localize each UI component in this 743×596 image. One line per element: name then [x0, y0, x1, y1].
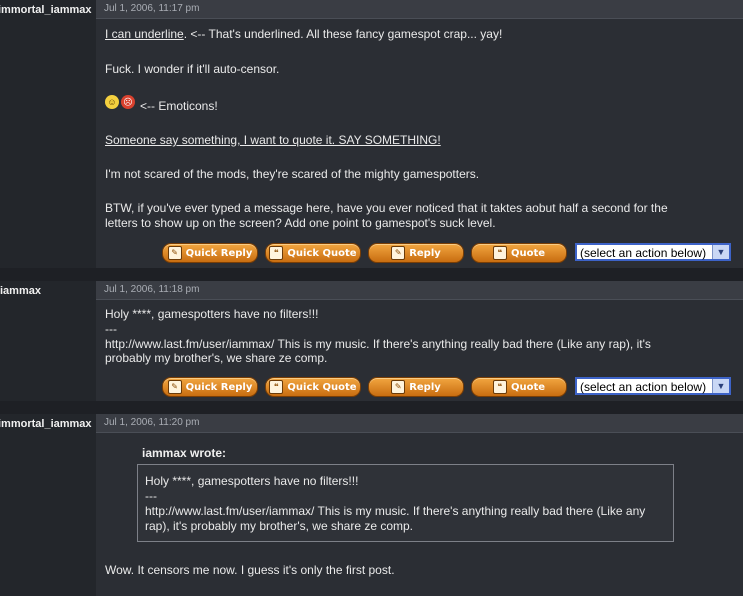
reply-icon: ✎ — [391, 246, 406, 260]
post-text-line: Holy ****, gamespotters have no filters!… — [105, 307, 319, 321]
angry-emoticon-icon: ☹ — [121, 95, 135, 109]
quote-text-line: rap), it's probably my brother's, we sha… — [145, 519, 414, 533]
post-timestamp: Jul 1, 2006, 11:17 pm — [104, 3, 200, 14]
post-author[interactable]: iammax — [0, 285, 92, 297]
reply-icon: ✎ — [167, 246, 182, 260]
quote-icon: ❝ — [269, 380, 284, 394]
quote-text-line: http://www.last.fm/user/iammax/ This is … — [145, 504, 646, 518]
post-author[interactable]: immortal_iammax — [0, 4, 92, 16]
reply-button[interactable]: ✎ Reply — [368, 377, 464, 397]
text-fragment: . <-- That's underlined. All these fancy… — [183, 27, 503, 41]
post-divider — [0, 268, 743, 281]
button-label: Quick Reply — [185, 381, 253, 393]
post-text-line: Wow. It censors me now. I guess it's onl… — [105, 563, 395, 577]
reply-icon: ✎ — [167, 380, 182, 394]
post-text-line: I'm not scared of the mods, they're scar… — [105, 167, 480, 181]
action-select[interactable]: (select an action below) ▼ — [575, 377, 731, 395]
quote-text-line: --- — [145, 489, 157, 503]
quote-author: iammax wrote: — [142, 446, 227, 460]
button-label: Quick Quote — [287, 247, 357, 259]
quick-quote-button[interactable]: ❝ Quick Quote — [265, 243, 361, 263]
quote-icon: ❝ — [492, 246, 507, 260]
underlined-text: I can underline — [105, 27, 184, 41]
select-value: (select an action below) — [580, 246, 707, 260]
chevron-down-icon[interactable]: ▼ — [712, 245, 729, 259]
button-label: Quote — [510, 381, 546, 393]
button-label: Quote — [510, 247, 546, 259]
reply-button[interactable]: ✎ Reply — [368, 243, 464, 263]
post-text-line: BTW, if you've ever typed a message here… — [105, 201, 668, 215]
quick-reply-button[interactable]: ✎ Quick Reply — [162, 243, 258, 263]
action-select[interactable]: (select an action below) ▼ — [575, 243, 731, 261]
post-header: Jul 1, 2006, 11:20 pm — [96, 414, 743, 433]
post-text-line: http://www.last.fm/user/iammax/ This is … — [105, 337, 651, 351]
post-text-line: --- — [105, 322, 117, 336]
author-column: iammax — [0, 281, 96, 401]
post-timestamp: Jul 1, 2006, 11:20 pm — [104, 417, 200, 428]
post-author[interactable]: immortal_iammax — [0, 418, 92, 430]
post-text-line: probably my brother's, we share ze comp. — [105, 351, 328, 365]
post-text-line: letters to show up on the screen? Add on… — [105, 216, 496, 230]
quote-icon: ❝ — [492, 380, 507, 394]
quote-button[interactable]: ❝ Quote — [471, 243, 567, 263]
quote-text-line: Holy ****, gamespotters have no filters!… — [145, 474, 359, 488]
button-label: Reply — [409, 247, 441, 259]
button-label: Quick Quote — [287, 381, 357, 393]
quick-reply-button[interactable]: ✎ Quick Reply — [162, 377, 258, 397]
quick-quote-button[interactable]: ❝ Quick Quote — [265, 377, 361, 397]
post-text-line: Fuck. I wonder if it'll auto-censor. — [105, 62, 280, 76]
button-label: Quick Reply — [185, 247, 253, 259]
post-text-line: <-- Emoticons! — [140, 99, 218, 113]
author-column: immortal_iammax — [0, 0, 96, 268]
quote-button[interactable]: ❝ Quote — [471, 377, 567, 397]
chevron-down-icon[interactable]: ▼ — [712, 379, 729, 393]
author-column: immortal_iammax — [0, 414, 96, 596]
button-label: Reply — [409, 381, 441, 393]
quote-icon: ❝ — [269, 246, 284, 260]
underlined-text: Someone say something, I want to quote i… — [105, 133, 441, 147]
reply-icon: ✎ — [391, 380, 406, 394]
select-value: (select an action below) — [580, 380, 707, 394]
grin-emoticon-icon: ☺ — [105, 95, 119, 109]
post-timestamp: Jul 1, 2006, 11:18 pm — [104, 284, 200, 295]
post-header: Jul 1, 2006, 11:17 pm — [96, 0, 743, 19]
post-divider — [0, 401, 743, 414]
post-text-line: I can underline. <-- That's underlined. … — [105, 27, 502, 41]
post-header: Jul 1, 2006, 11:18 pm — [96, 281, 743, 300]
